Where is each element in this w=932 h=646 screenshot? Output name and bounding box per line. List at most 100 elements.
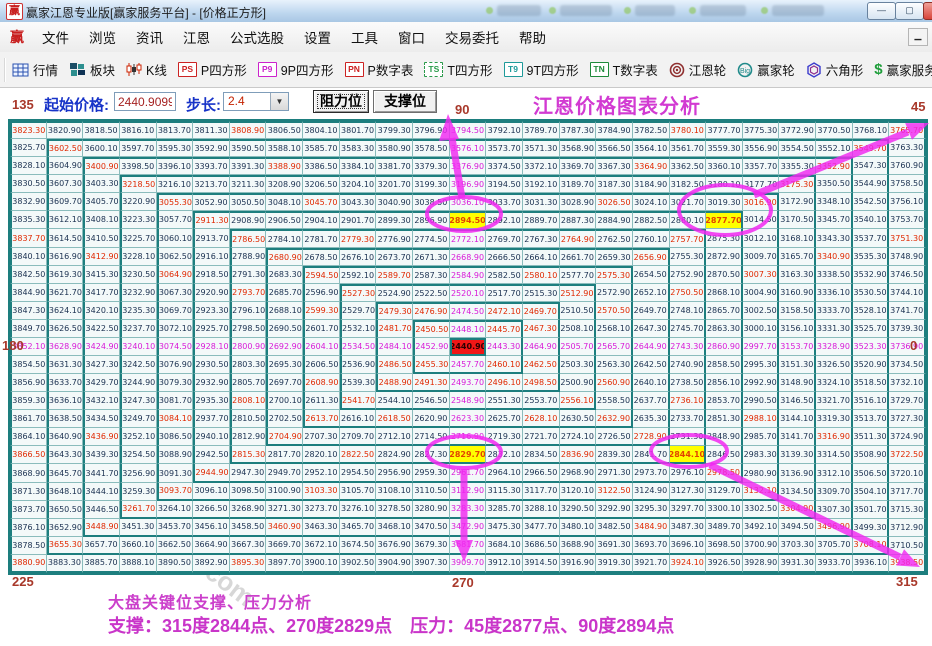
grid-cell: 2858.50 bbox=[706, 356, 743, 375]
maximize-button[interactable]: ▢ bbox=[895, 2, 924, 20]
grid-cell: 2733.70 bbox=[669, 410, 707, 429]
toolbar-item-江恩轮[interactable]: 江恩轮 bbox=[669, 60, 726, 79]
grid-cell: 2690.50 bbox=[266, 319, 304, 338]
grid-cell: 3182.50 bbox=[669, 175, 707, 194]
grid-cell: 2810.50 bbox=[229, 410, 267, 429]
menu-items: 文件 浏览 资讯 江恩 公式选股 设置 工具 窗口 交易委托 帮助 bbox=[32, 27, 556, 48]
toolbar-item-9P四方形[interactable]: P9 9P四方形 bbox=[257, 60, 334, 79]
grid-cell: 3400.90 bbox=[83, 157, 120, 176]
toolbar-item-T四方形[interactable]: TS T四方形 bbox=[424, 60, 493, 79]
grid-cell: 3504.10 bbox=[852, 482, 890, 501]
grid-cell: 3201.70 bbox=[376, 175, 414, 194]
grid-cell: 3840.10 bbox=[10, 247, 47, 266]
grid-cell: 3446.50 bbox=[83, 500, 120, 519]
grid-cell: 3878.50 bbox=[10, 536, 47, 555]
menu-item-1[interactable]: 浏览 bbox=[79, 28, 126, 49]
grid-cell: 2976.10 bbox=[669, 464, 707, 483]
grid-cell: 3780.10 bbox=[669, 121, 707, 140]
winner-wheel-icon: Big bbox=[737, 62, 753, 77]
menu-item-3[interactable]: 江恩 bbox=[173, 28, 220, 49]
menu-item-0[interactable]: 文件 bbox=[32, 28, 79, 49]
grid-cell: 3376.90 bbox=[449, 157, 487, 176]
grid-cell: 3206.50 bbox=[303, 175, 340, 194]
toolbar-item-T数字表[interactable]: TN T数字表 bbox=[589, 60, 658, 79]
grid-cell: 2875.30 bbox=[706, 229, 743, 248]
menu-item-9[interactable]: 帮助 bbox=[509, 28, 556, 49]
toolbar-item-赢家服务[interactable]: $ 赢家服务 bbox=[874, 60, 932, 79]
grid-cell: 2736.10 bbox=[669, 392, 707, 411]
grid-cell: 3501.70 bbox=[852, 500, 890, 519]
grid-cell: 3016.90 bbox=[742, 193, 780, 212]
grid-cell: 3021.70 bbox=[669, 193, 707, 212]
grid-cell: 3496.90 bbox=[816, 518, 853, 537]
grid-cell: 3064.90 bbox=[156, 265, 194, 284]
grid-cell: 3489.70 bbox=[706, 518, 743, 537]
grid-cell: 3340.90 bbox=[816, 247, 853, 266]
toolbar-item-六角形[interactable]: 六角形 bbox=[806, 60, 863, 79]
grid-cell: 3432.10 bbox=[83, 392, 120, 411]
step-combobox[interactable]: 2.4 ▼ bbox=[223, 92, 289, 111]
toolbar-item-P四方形[interactable]: PS P四方形 bbox=[177, 60, 247, 79]
menu-item-8[interactable]: 交易委托 bbox=[435, 28, 509, 49]
grid-cell: 3072.10 bbox=[156, 319, 194, 338]
support-button[interactable]: 支撑位 bbox=[373, 90, 437, 113]
grid-cell: 2940.10 bbox=[193, 428, 230, 447]
toolbar-item-K线[interactable]: K线 bbox=[126, 60, 167, 79]
grid-cell: 2505.70 bbox=[559, 337, 597, 357]
grid-cell: 3883.30 bbox=[46, 554, 84, 573]
grid-cell: 3799.30 bbox=[376, 121, 414, 140]
grid-cell: 3823.30 bbox=[10, 121, 47, 140]
pn-badge-icon: PN bbox=[344, 62, 364, 77]
grid-cell: 2784.10 bbox=[266, 229, 304, 248]
grid-cell: 3499.30 bbox=[852, 518, 890, 537]
kline-icon bbox=[126, 63, 142, 76]
grid-cell: 2697.70 bbox=[266, 374, 304, 393]
grid-cell: 2455.30 bbox=[413, 356, 450, 375]
grid-cell: 3789.70 bbox=[522, 121, 560, 140]
grid-cell: 3669.70 bbox=[266, 536, 304, 555]
grid-cell: 3813.70 bbox=[156, 121, 194, 140]
grid-cell: 3612.10 bbox=[46, 211, 84, 230]
chevron-down-icon[interactable]: ▼ bbox=[270, 93, 288, 110]
toolbar-item-P数字表[interactable]: PN P数字表 bbox=[344, 60, 413, 79]
grid-cell: 3537.70 bbox=[852, 229, 890, 248]
menu-item-4[interactable]: 公式选股 bbox=[220, 28, 294, 49]
close-button[interactable] bbox=[923, 2, 932, 20]
grid-cell: 2769.70 bbox=[486, 229, 523, 248]
grid-cell: 2913.70 bbox=[193, 229, 230, 248]
grid-cell: 3350.50 bbox=[816, 175, 853, 194]
grid-cell: 3105.70 bbox=[339, 482, 377, 501]
resistance-button[interactable]: 阻力位 bbox=[313, 90, 369, 113]
grid-cell: 2443.30 bbox=[486, 337, 523, 357]
grid-cell: 3715.30 bbox=[889, 500, 927, 519]
menu-item-7[interactable]: 窗口 bbox=[388, 28, 435, 49]
grid-cell: 3448.90 bbox=[83, 518, 120, 537]
grid-cell: 3177.70 bbox=[742, 175, 780, 194]
minimize-button[interactable]: — bbox=[867, 2, 896, 20]
toolbar-item-行情[interactable]: 行情 bbox=[12, 60, 58, 79]
gann-chart-area: 135 起始价格: 步长: 2.4 ▼ 阻力位 支撑位 90 江恩价格图表分析 … bbox=[0, 88, 932, 646]
grid-cell: 2760.10 bbox=[632, 229, 670, 248]
toolbar-item-板块[interactable]: 板块 bbox=[69, 60, 115, 79]
grid-cell: 2599.30 bbox=[303, 301, 340, 320]
grid-cell: 3756.10 bbox=[889, 193, 927, 212]
grid-cell: 3120.10 bbox=[559, 482, 597, 501]
grid-cell: 3806.50 bbox=[266, 121, 304, 140]
toolbar-item-赢家轮[interactable]: Big 赢家轮 bbox=[737, 60, 795, 79]
mdi-minimize-button[interactable]: ▁ bbox=[908, 28, 928, 46]
grid-cell: 3427.30 bbox=[83, 356, 120, 375]
grid-cell: 3660.10 bbox=[119, 536, 157, 555]
step-value: 2.4 bbox=[228, 94, 245, 108]
start-price-input[interactable] bbox=[114, 92, 176, 111]
menu-item-2[interactable]: 资讯 bbox=[126, 28, 173, 49]
grid-cell: 3163.30 bbox=[779, 265, 817, 284]
grid-cell: 3566.50 bbox=[596, 139, 633, 158]
menu-item-6[interactable]: 工具 bbox=[341, 28, 388, 49]
grid-cell: 3208.90 bbox=[266, 175, 304, 194]
grid-cell: 2884.90 bbox=[596, 211, 633, 230]
menu-item-5[interactable]: 设置 bbox=[294, 28, 341, 49]
toolbar-item-9T四方形[interactable]: T9 9T四方形 bbox=[503, 60, 579, 79]
grid-cell: 3842.50 bbox=[10, 265, 47, 284]
grid-cell: 2714.50 bbox=[413, 428, 450, 447]
grid-cell: 2772.10 bbox=[449, 229, 487, 248]
